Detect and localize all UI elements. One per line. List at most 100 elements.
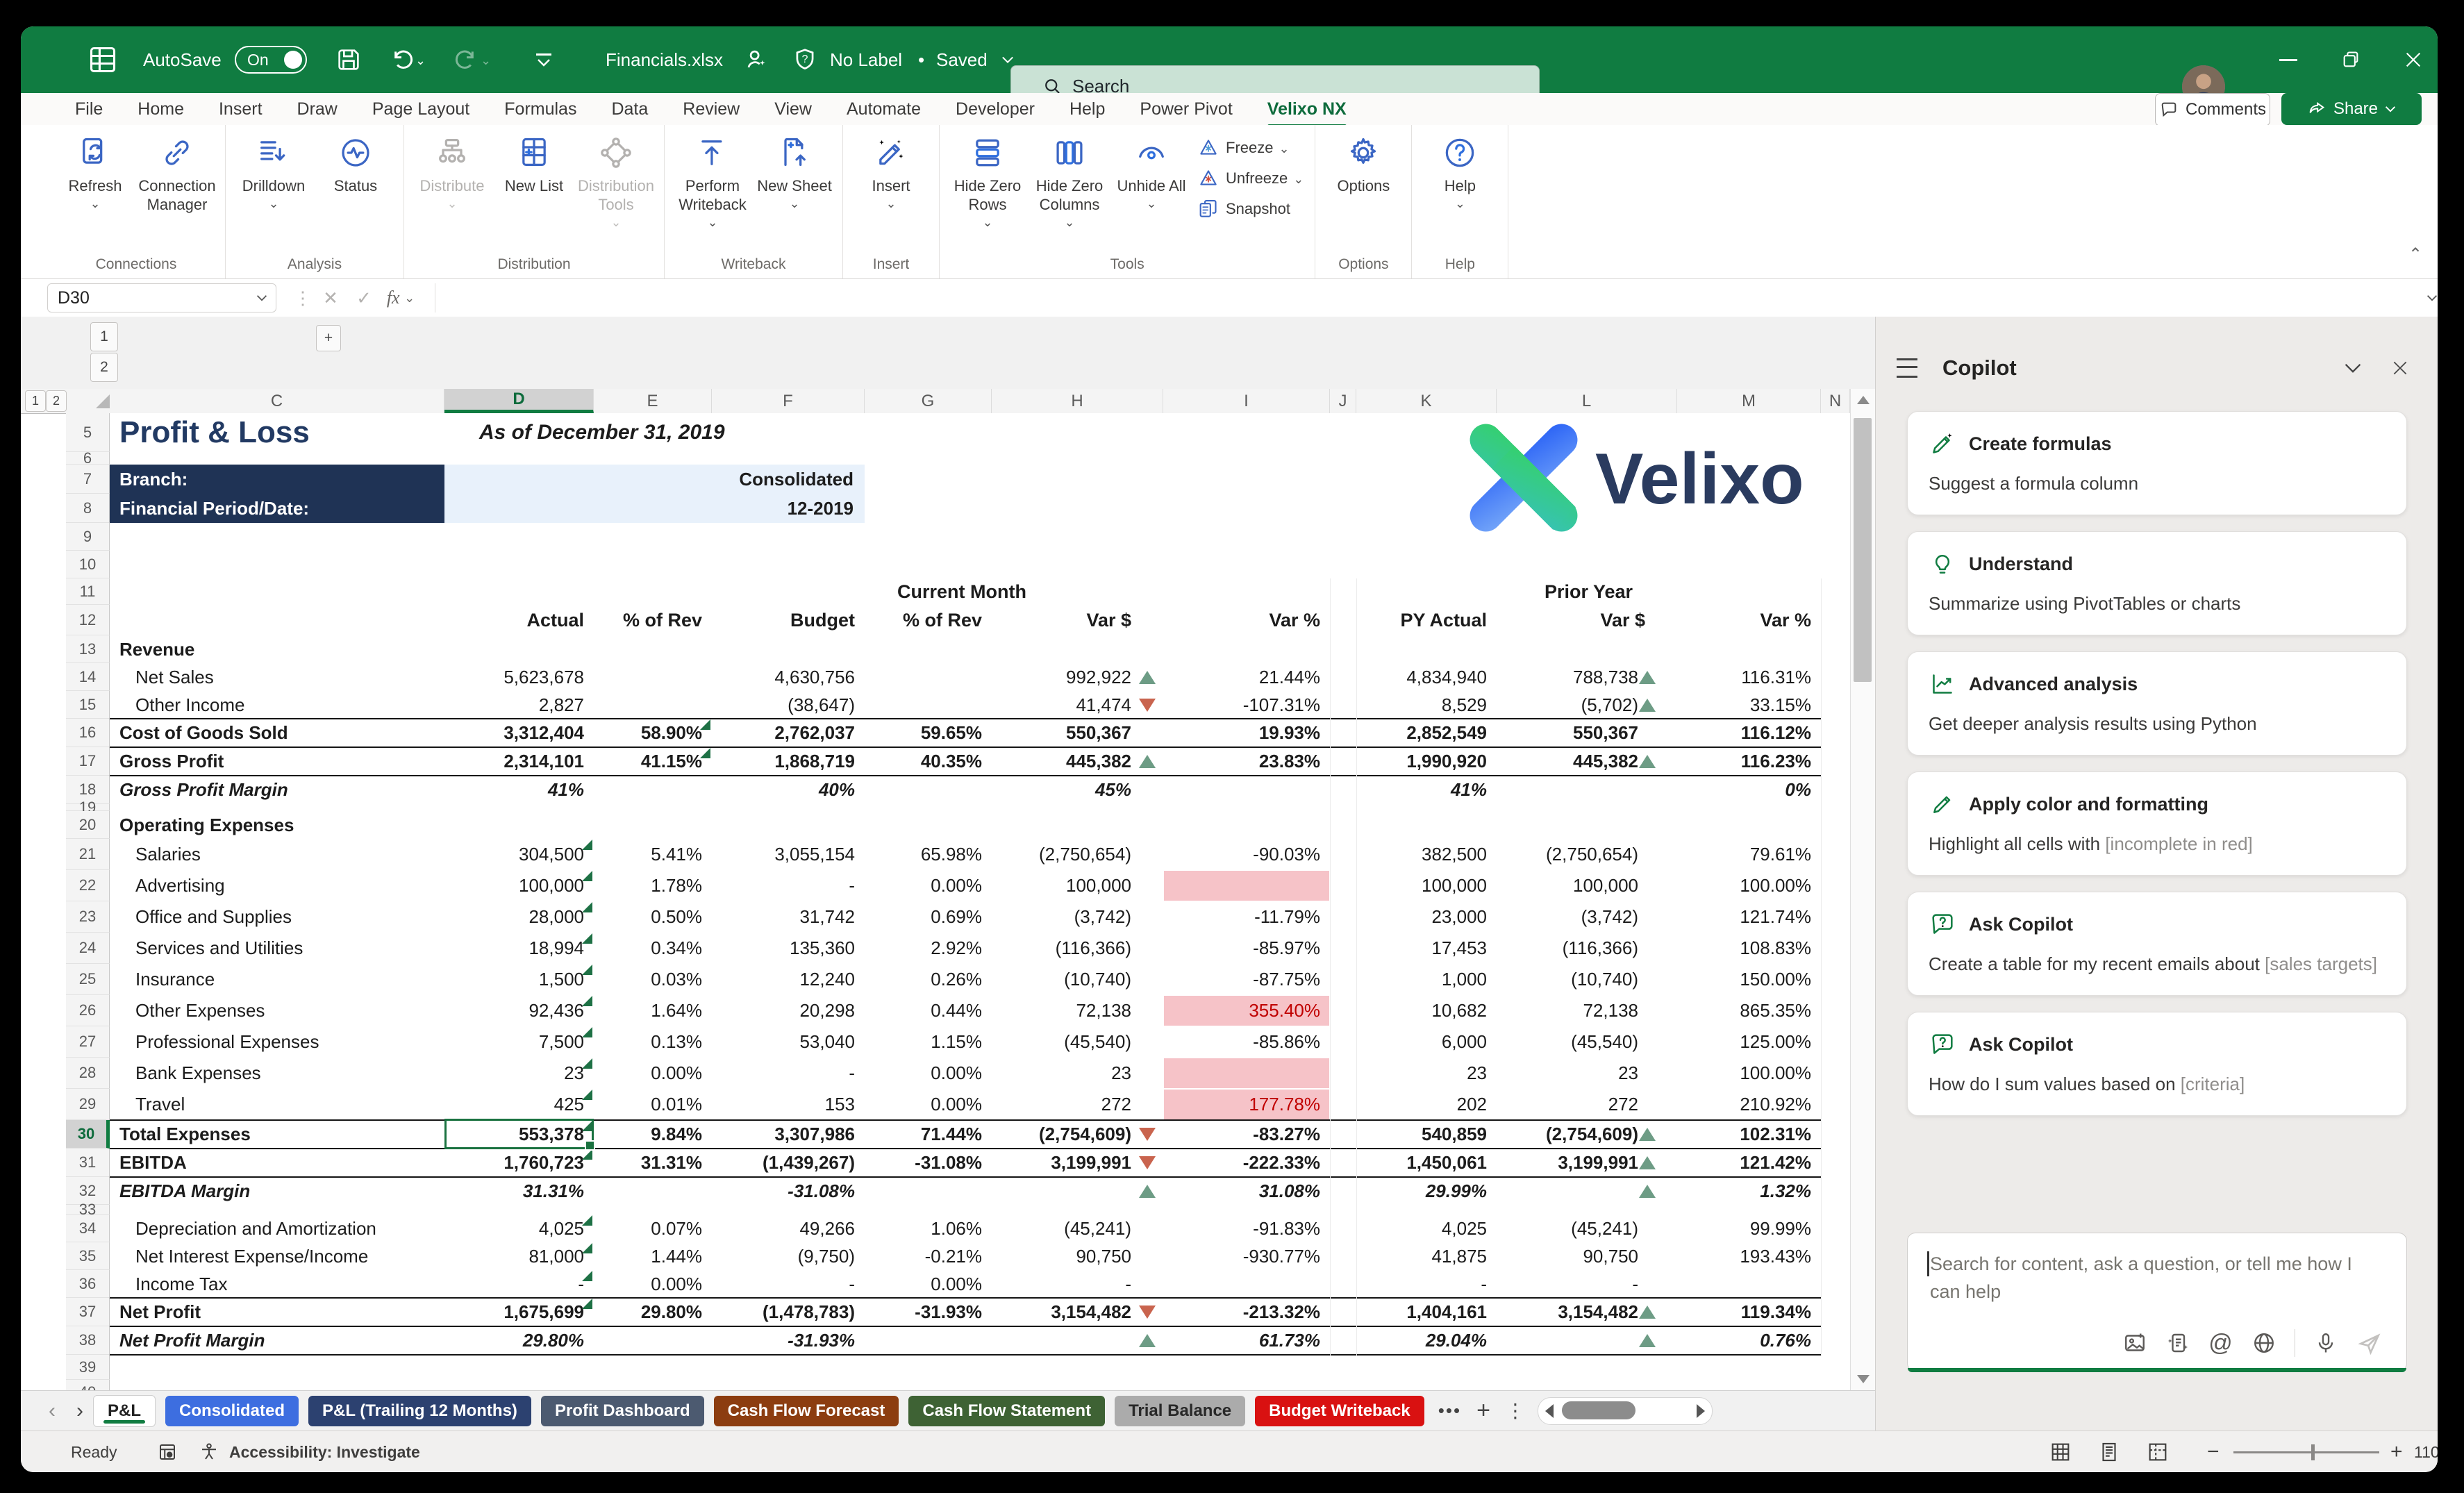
info-value[interactable]: Consolidated xyxy=(444,465,865,494)
cell-M21[interactable]: 79.61% xyxy=(1677,839,1821,870)
info-label[interactable]: Branch: xyxy=(110,465,444,494)
redo-button[interactable]: ⌄ xyxy=(453,26,491,93)
cell-D17[interactable]: 2,314,101 xyxy=(444,747,594,776)
autosave-toggle[interactable]: On xyxy=(235,26,307,93)
cell-G16[interactable]: 59.65% xyxy=(865,719,992,747)
cell-F27[interactable]: 53,040 xyxy=(712,1026,865,1058)
cell-D27[interactable]: 7,500 xyxy=(444,1026,594,1058)
ribbon-button-hide-zero-columns[interactable]: Hide Zero Columns⌄ xyxy=(1029,129,1110,230)
cell-E21[interactable]: 5.41% xyxy=(594,839,712,870)
cell-G30[interactable]: 71.44% xyxy=(865,1120,992,1149)
cell-D18[interactable]: 41% xyxy=(444,776,594,804)
row-label[interactable]: Net Interest Expense/Income xyxy=(135,1242,368,1270)
expand-formula-bar-icon[interactable] xyxy=(2418,283,2438,312)
column-header-C[interactable]: C xyxy=(110,389,444,413)
accessibility-icon[interactable] xyxy=(199,1431,219,1472)
mention-icon[interactable]: @ xyxy=(2208,1331,2233,1356)
column-header-M[interactable]: M xyxy=(1677,389,1821,413)
cell-M29[interactable]: 210.92% xyxy=(1677,1089,1821,1120)
tab-review[interactable]: Review xyxy=(681,97,741,122)
cell-I31[interactable]: -222.33% xyxy=(1163,1149,1330,1177)
name-box[interactable]: D30 xyxy=(47,283,276,312)
column-header-E[interactable]: E xyxy=(594,389,712,413)
cell-I23[interactable]: -11.79% xyxy=(1163,901,1330,933)
tab-view[interactable]: View xyxy=(773,97,813,122)
cell-F34[interactable]: 49,266 xyxy=(712,1215,865,1242)
cell-K23[interactable]: 23,000 xyxy=(1356,901,1497,933)
tab-page-layout[interactable]: Page Layout xyxy=(371,97,471,122)
copilot-close-icon[interactable] xyxy=(2391,359,2409,377)
cell-F25[interactable]: 12,240 xyxy=(712,964,865,995)
cell-H25[interactable]: (10,740) xyxy=(992,964,1163,995)
row-header-24[interactable]: 24 xyxy=(66,933,110,964)
row-header-28[interactable]: 28 xyxy=(66,1058,110,1089)
row-header-33[interactable]: 33 xyxy=(66,1205,110,1215)
row-label[interactable]: Bank Expenses xyxy=(135,1058,261,1089)
cell-M16[interactable]: 116.12% xyxy=(1677,719,1821,747)
scroll-down-arrow[interactable] xyxy=(1857,1375,1870,1383)
ribbon-button-options[interactable]: Options xyxy=(1322,129,1404,195)
cell-K37[interactable]: 1,404,161 xyxy=(1356,1298,1497,1326)
cell-D31[interactable]: 1,760,723 xyxy=(444,1149,594,1177)
row-label[interactable]: EBITDA Margin xyxy=(119,1177,250,1205)
cell-D15[interactable]: 2,827 xyxy=(444,691,594,719)
cell-F35[interactable]: (9,750) xyxy=(712,1242,865,1270)
cell-M31[interactable]: 121.42% xyxy=(1677,1149,1821,1177)
sheet-tab-trial-balance[interactable]: Trial Balance xyxy=(1115,1396,1245,1426)
row-label[interactable]: Gross Profit Margin xyxy=(119,776,288,804)
zoom-slider-knob[interactable] xyxy=(2311,1444,2315,1460)
cell-K22[interactable]: 100,000 xyxy=(1356,870,1497,901)
row-header-12[interactable]: 12 xyxy=(66,605,110,635)
cell-D24[interactable]: 18,994 xyxy=(444,933,594,964)
row-header-39[interactable]: 39 xyxy=(66,1355,110,1380)
cell-F38[interactable]: -31.93% xyxy=(712,1326,865,1355)
cell-M14[interactable]: 116.31% xyxy=(1677,663,1821,691)
row-header-19[interactable]: 19 xyxy=(66,804,110,811)
quick-access-menu-icon[interactable] xyxy=(536,26,551,93)
cell-G27[interactable]: 1.15% xyxy=(865,1026,992,1058)
row-label[interactable]: Travel xyxy=(135,1089,185,1120)
cell-L21[interactable]: (2,750,654) xyxy=(1497,839,1677,870)
cell-H31[interactable]: 3,199,991 xyxy=(992,1149,1163,1177)
selected-cell-D30[interactable] xyxy=(444,1119,594,1149)
row-label[interactable]: Net Profit Margin xyxy=(119,1326,265,1355)
cell-E30[interactable]: 9.84% xyxy=(594,1120,712,1149)
normal-view-icon[interactable] xyxy=(2049,1431,2072,1472)
prompt-library-icon[interactable] xyxy=(2165,1331,2190,1356)
tab-data[interactable]: Data xyxy=(610,97,649,122)
cell-K16[interactable]: 2,852,549 xyxy=(1356,719,1497,747)
cell-I27[interactable]: -85.86% xyxy=(1163,1026,1330,1058)
sensitivity-shield-icon[interactable]: ? xyxy=(792,26,818,93)
col-outline-level-1[interactable]: 1 xyxy=(25,390,46,412)
macro-record-icon[interactable] xyxy=(157,1431,178,1472)
ribbon-button-new-list[interactable]: New List xyxy=(493,129,575,195)
cell-L35[interactable]: 90,750 xyxy=(1497,1242,1677,1270)
cell-K28[interactable]: 23 xyxy=(1356,1058,1497,1089)
ribbon-button-hide-zero-rows[interactable]: Hide Zero Rows⌄ xyxy=(947,129,1029,230)
cell-I24[interactable]: -85.97% xyxy=(1163,933,1330,964)
vertical-scroll-thumb[interactable] xyxy=(1854,418,1872,682)
ribbon-button-perform-writeback[interactable]: Perform Writeback⌄ xyxy=(672,129,754,230)
cell-G37[interactable]: -31.93% xyxy=(865,1298,992,1326)
cell-I26[interactable]: 355.40% xyxy=(1163,995,1330,1026)
cell-F22[interactable]: - xyxy=(712,870,865,901)
row-header-34[interactable]: 34 xyxy=(66,1215,110,1242)
scroll-up-arrow[interactable] xyxy=(1857,396,1870,404)
cell-D32[interactable]: 31.31% xyxy=(444,1177,594,1205)
sheet-tab-budget-writeback[interactable]: Budget Writeback xyxy=(1255,1396,1424,1426)
formula-input[interactable] xyxy=(438,279,2396,317)
cell-M27[interactable]: 125.00% xyxy=(1677,1026,1821,1058)
vertical-scrollbar[interactable] xyxy=(1850,389,1875,1390)
cell-H14[interactable]: 992,922 xyxy=(992,663,1163,691)
sheet-tab-p-l[interactable]: P&L xyxy=(93,1395,156,1427)
cell-E26[interactable]: 1.64% xyxy=(594,995,712,1026)
excel-app-icon[interactable] xyxy=(88,26,118,93)
minimize-button[interactable] xyxy=(2265,26,2311,93)
cancel-icon[interactable]: ✕ xyxy=(315,283,346,312)
cell-K15[interactable]: 8,529 xyxy=(1356,691,1497,719)
row-header-10[interactable]: 10 xyxy=(66,551,110,578)
section-label[interactable]: Operating Expenses xyxy=(119,811,294,839)
cell-H17[interactable]: 445,382 xyxy=(992,747,1163,776)
cell-M34[interactable]: 99.99% xyxy=(1677,1215,1821,1242)
row-header-5[interactable]: 5 xyxy=(66,413,110,452)
